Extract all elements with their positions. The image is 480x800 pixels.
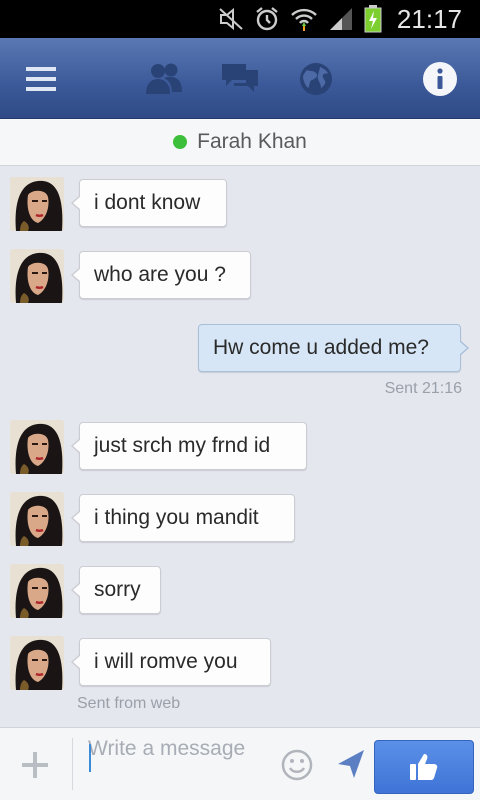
- incoming-message-bubble[interactable]: i will romve you: [71, 638, 271, 686]
- contact-name: Farah Khan: [197, 130, 307, 153]
- attach-button[interactable]: [18, 748, 52, 782]
- incoming-message-bubble[interactable]: sorry: [71, 566, 161, 614]
- menu-icon: [26, 66, 56, 91]
- wifi-icon: [291, 8, 317, 31]
- sent-timestamp: Sent 21:16: [384, 380, 462, 397]
- sent-from-web-label: Sent from web: [77, 695, 181, 712]
- incoming-message-bubble[interactable]: i dont know: [71, 179, 227, 227]
- conversation-header: Farah Khan: [0, 119, 480, 166]
- avatar[interactable]: [10, 636, 64, 690]
- battery-icon: [364, 5, 382, 33]
- avatar[interactable]: [10, 249, 64, 303]
- signal-icon: [330, 8, 352, 30]
- incoming-message-bubble[interactable]: just srch my frnd id: [71, 422, 307, 470]
- friends-icon: [146, 63, 182, 94]
- status-icons: [218, 5, 382, 33]
- avatar[interactable]: [10, 564, 64, 618]
- info-button[interactable]: [412, 38, 468, 119]
- notifications-button[interactable]: [288, 38, 344, 119]
- incoming-message-bubble[interactable]: who are you ?: [71, 251, 251, 299]
- incoming-message-bubble[interactable]: i thing you mandit: [71, 494, 295, 542]
- globe-icon: [300, 62, 332, 95]
- avatar[interactable]: [10, 492, 64, 546]
- location-arrow-icon: [338, 750, 364, 778]
- top-nav-bar: [0, 38, 480, 119]
- friend-requests-button[interactable]: [136, 38, 192, 119]
- menu-button[interactable]: [8, 38, 74, 119]
- thumbs-up-icon: [410, 754, 438, 780]
- status-bar: 21:17: [0, 0, 480, 38]
- messages-button[interactable]: [212, 38, 268, 119]
- info-icon: [423, 61, 457, 96]
- online-status-indicator: [173, 135, 188, 149]
- location-button[interactable]: [336, 748, 366, 785]
- emoji-button[interactable]: [280, 748, 314, 787]
- text-cursor: [89, 744, 91, 772]
- clock: 21:17: [396, 4, 462, 34]
- divider: [72, 738, 73, 790]
- avatar[interactable]: [10, 420, 64, 474]
- message-input[interactable]: [88, 736, 268, 794]
- mute-icon: [219, 7, 243, 31]
- message-composer: [0, 727, 480, 800]
- smiley-icon: [281, 749, 313, 781]
- messages-icon: [222, 63, 258, 92]
- plus-icon: [22, 752, 48, 778]
- avatar[interactable]: [10, 177, 64, 231]
- outgoing-message-bubble[interactable]: Hw come u added me?: [198, 324, 469, 372]
- like-button[interactable]: [374, 740, 474, 794]
- alarm-icon: [256, 7, 278, 31]
